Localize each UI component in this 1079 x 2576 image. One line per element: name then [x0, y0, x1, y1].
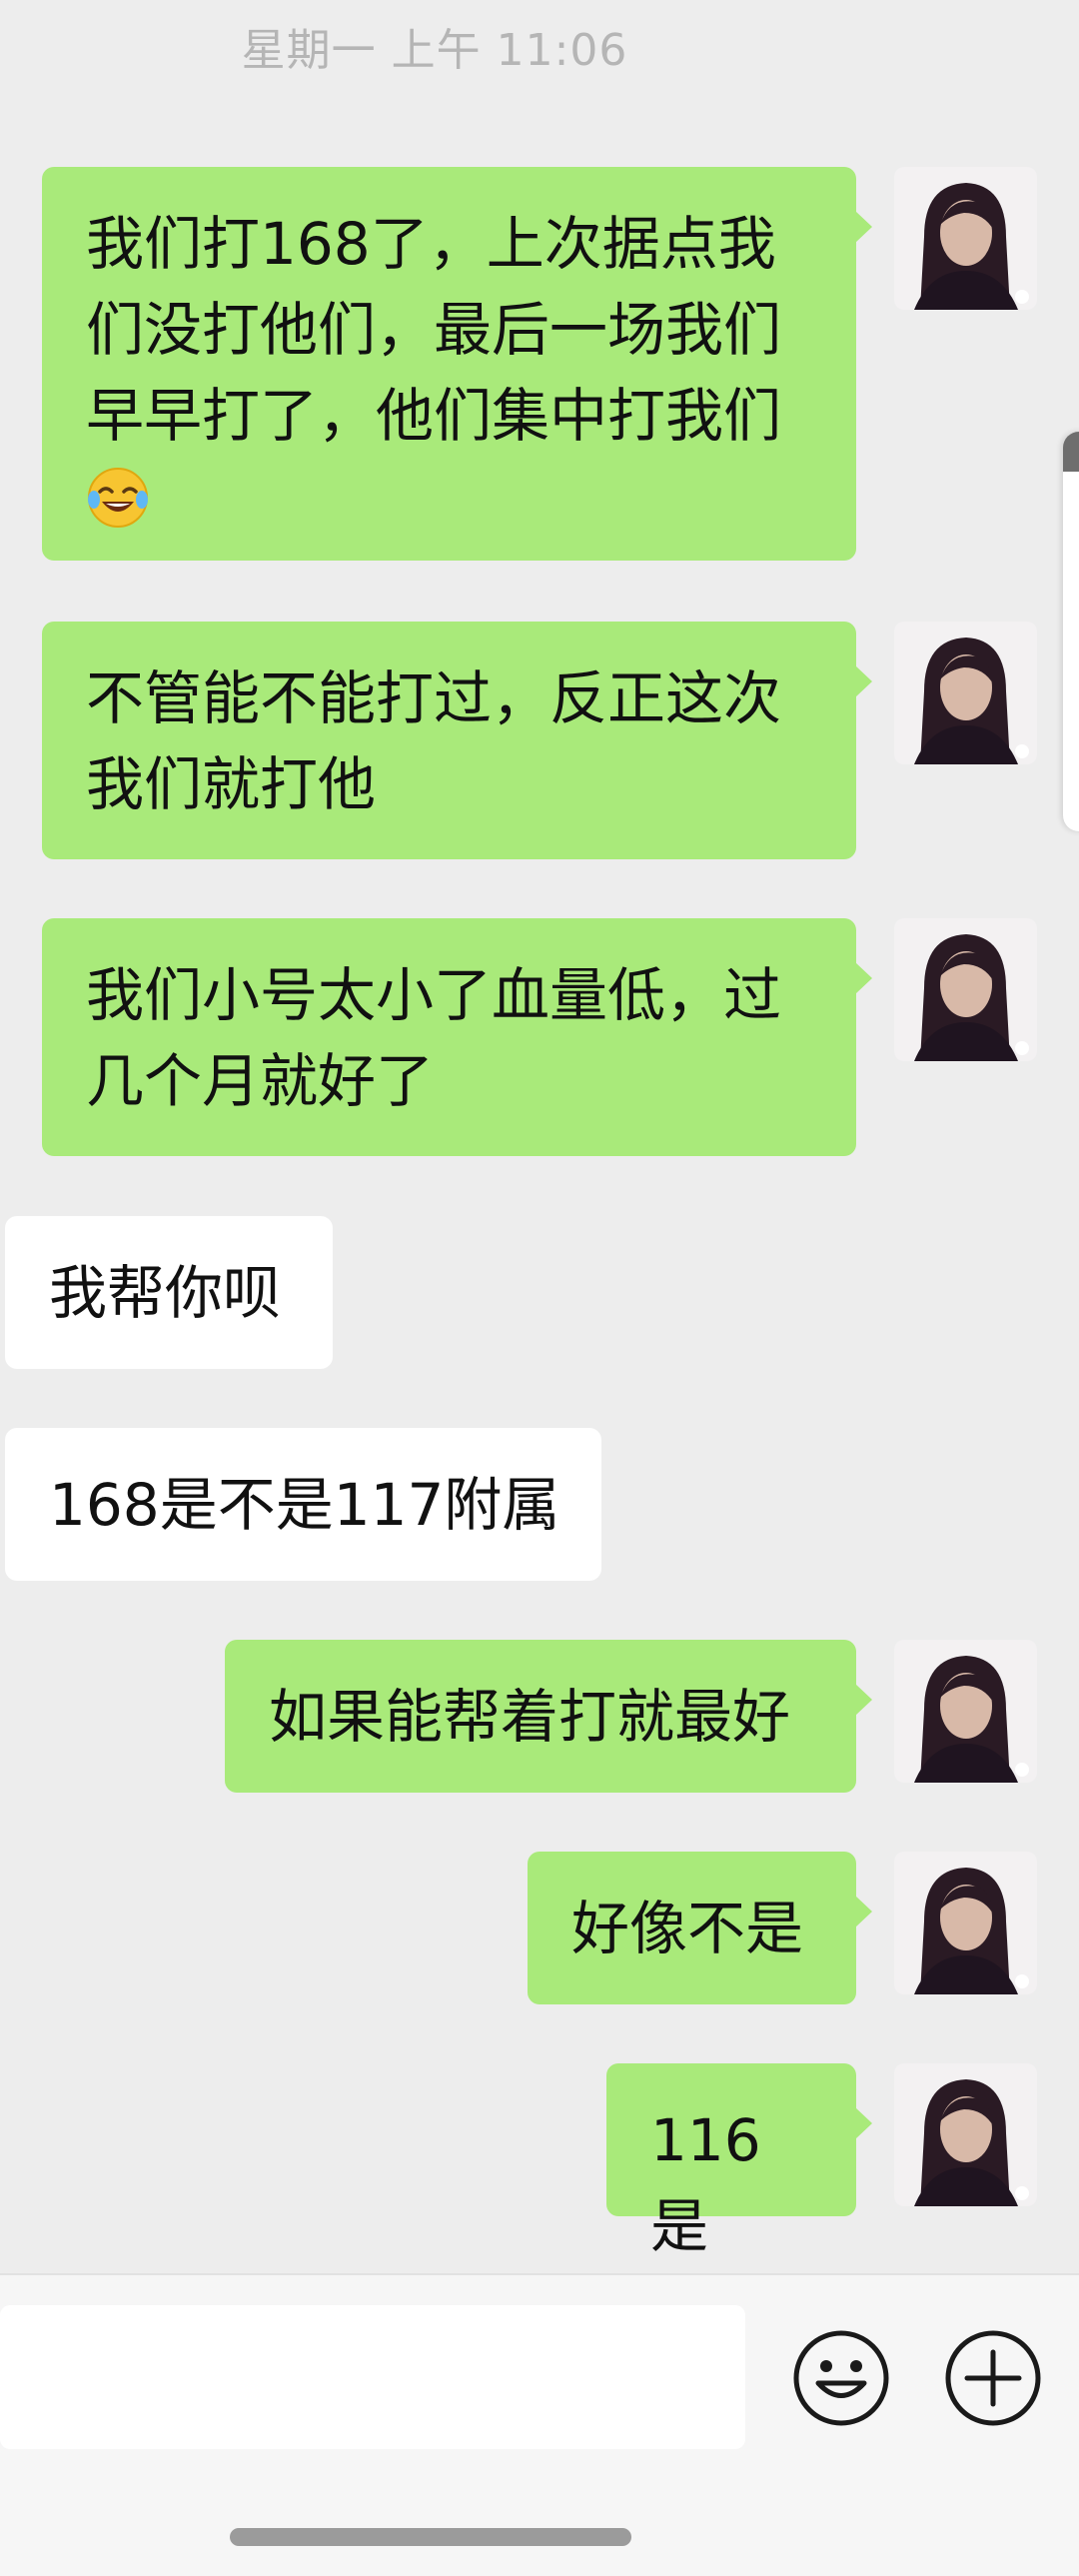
message-bubble-sent[interactable]: 不管能不能打过，反正这次 我们就打他 — [42, 622, 872, 859]
message-text: 如果能帮着打就最好 — [269, 1683, 791, 1751]
message-timestamp: 星期一 上午 11:06 — [241, 25, 628, 76]
avatar[interactable] — [894, 1852, 1037, 1994]
message-text: 我帮你呗 — [49, 1259, 282, 1327]
avatar[interactable] — [894, 918, 1037, 1061]
message-text-line: 不管能不能打过，反正这次 — [86, 664, 782, 732]
message-bubble-sent[interactable]: 我们小号太小了血量低，过 几个月就好了 — [42, 918, 872, 1156]
message-text: 好像不是 — [571, 1895, 804, 1962]
message-text-line: 几个月就好了 — [86, 1047, 435, 1115]
message-input[interactable] — [0, 2305, 745, 2449]
message-text-line: 我们就打他 — [86, 750, 377, 818]
message-text: 116是 — [650, 2106, 761, 2260]
message-text-line: 们没打他们，最后一场我们 — [86, 296, 782, 364]
avatar[interactable] — [894, 167, 1037, 310]
floating-side-panel[interactable] — [1063, 432, 1079, 831]
message-bubble-sent[interactable]: 116是 — [606, 2063, 872, 2260]
message-bubble-sent[interactable]: 如果能帮着打就最好 — [225, 1640, 872, 1793]
avatar[interactable] — [894, 622, 1037, 764]
plus-circle-icon[interactable] — [943, 2328, 1043, 2428]
tears-of-joy-emoji-icon — [86, 466, 150, 530]
message-text: 168是不是117附属 — [49, 1471, 560, 1539]
avatar[interactable] — [894, 2063, 1037, 2206]
home-indicator[interactable] — [230, 2528, 631, 2546]
message-bubble-sent[interactable]: 我们打168了，上次据点我 们没打他们，最后一场我们 早早打了，他们集中打我们 — [42, 167, 872, 561]
message-text-line: 我们小号太小了血量低，过 — [86, 961, 782, 1029]
message-bubble-received[interactable]: 我帮你呗 — [5, 1216, 333, 1369]
message-bubble-received[interactable]: 168是不是117附属 — [5, 1428, 601, 1581]
smiley-face-icon[interactable] — [791, 2328, 891, 2428]
message-text-line: 早早打了，他们集中打我们 — [86, 382, 782, 450]
avatar[interactable] — [894, 1640, 1037, 1783]
chat-area[interactable]: 星期一 上午 11:06 我们打168了，上次据点我 们没打他们，最后一场我们 … — [0, 0, 1079, 2273]
message-text-line: 我们打168了，上次据点我 — [86, 210, 776, 278]
message-bubble-sent[interactable]: 好像不是 — [528, 1852, 872, 2004]
